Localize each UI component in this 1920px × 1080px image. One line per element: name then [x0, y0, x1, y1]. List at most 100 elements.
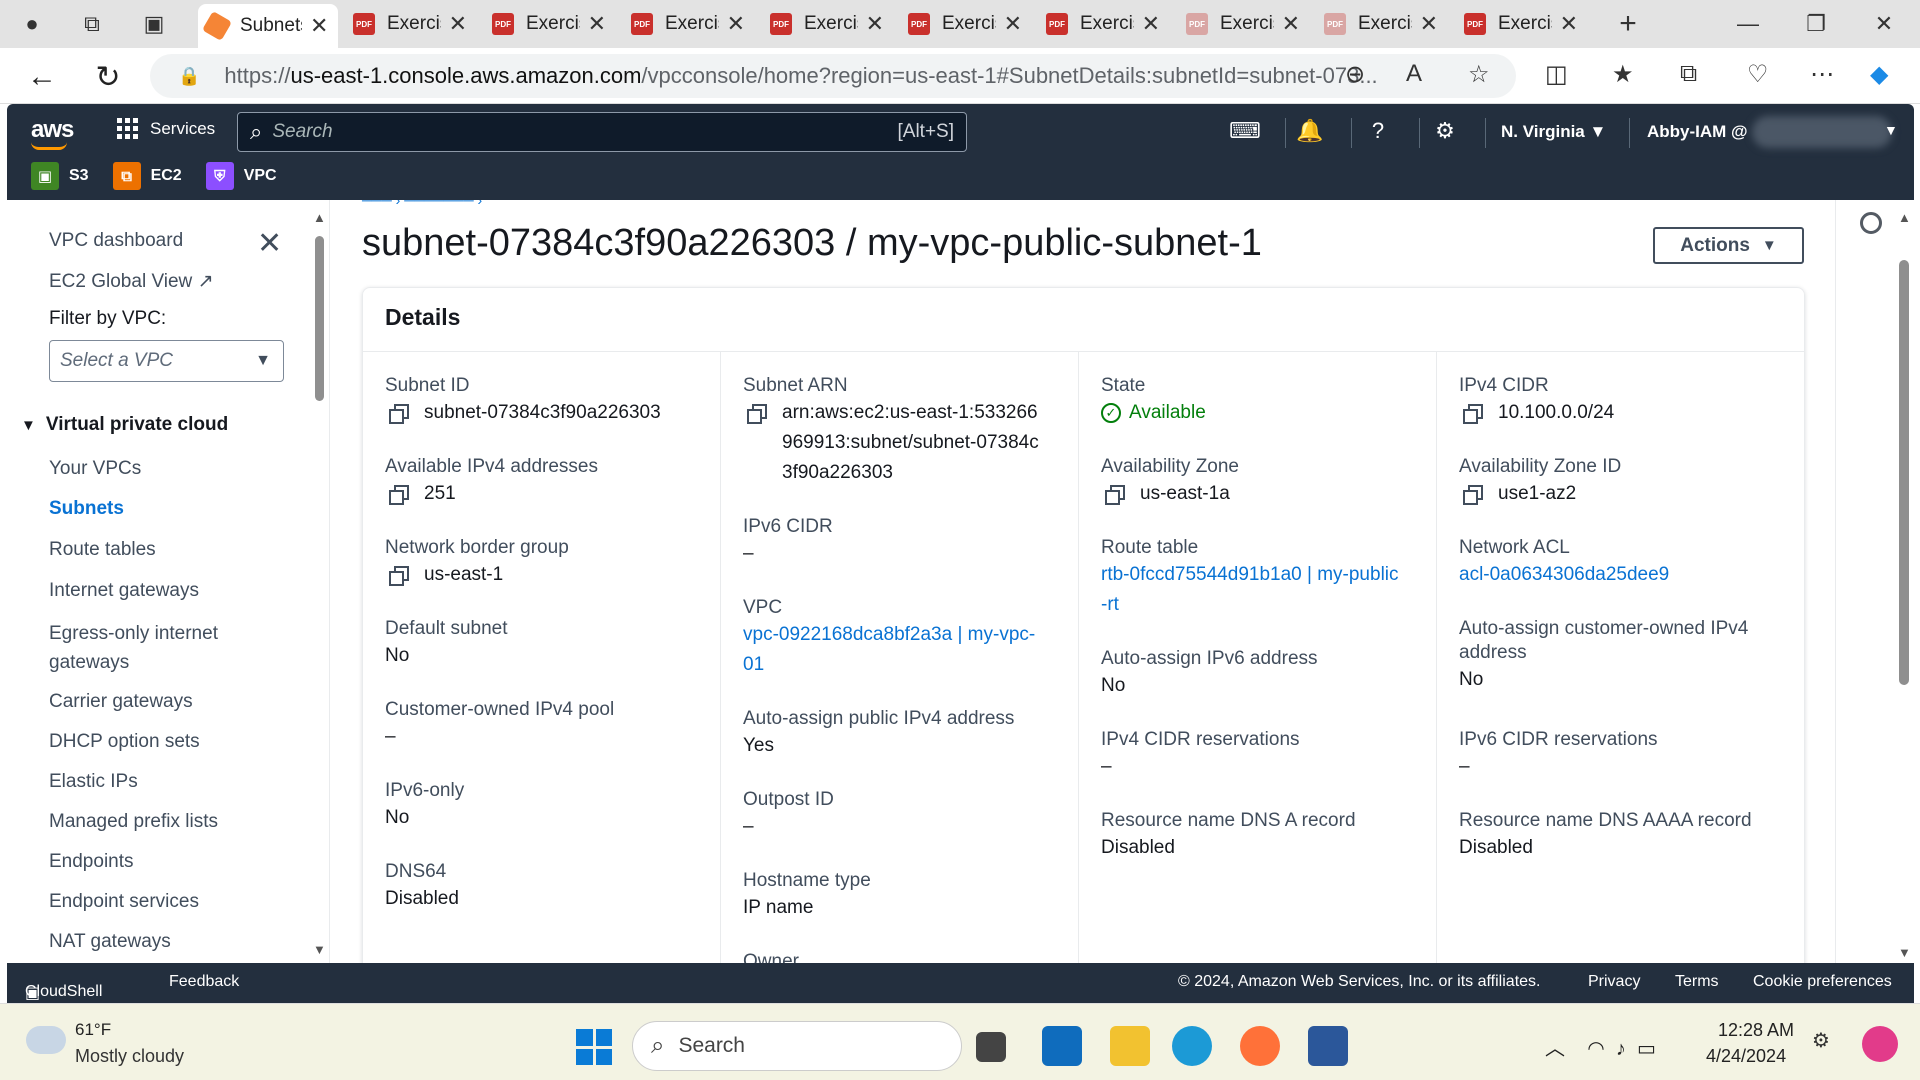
tab-close-icon[interactable]: ✕ — [1282, 11, 1300, 37]
privacy-link[interactable]: Privacy — [1588, 973, 1640, 991]
tab-close-icon[interactable]: ✕ — [1142, 11, 1160, 37]
cookie-preferences-link[interactable]: Cookie preferences — [1753, 973, 1892, 991]
favorite-star-icon[interactable]: ☆ — [1468, 60, 1490, 89]
cloudshell-icon[interactable]: ⌨ — [1229, 118, 1261, 144]
copy-icon[interactable] — [389, 404, 409, 424]
tab-actions-icon[interactable]: ▣ — [138, 8, 170, 40]
feedback-link[interactable]: Feedback — [169, 973, 239, 991]
notification-icon[interactable]: ⚙ — [1812, 1028, 1838, 1054]
browser-essentials-icon[interactable]: ♡ — [1747, 60, 1769, 89]
tab-close-icon[interactable]: ✕ — [727, 11, 745, 37]
sidebar-item-subnets[interactable]: Subnets — [49, 498, 124, 520]
copy-icon[interactable] — [1105, 485, 1125, 505]
browser-tab[interactable]: PDF Exercise ✕ — [1178, 4, 1308, 44]
weather-temperature[interactable]: 61°F — [75, 1020, 111, 1040]
favorite-s3[interactable]: ▣ S3 — [31, 162, 89, 190]
browser-tab[interactable]: PDF Exercise ✕ — [1456, 4, 1586, 44]
main-scrollbar[interactable]: ▲ ▼ — [1898, 210, 1911, 960]
section-virtual-private-cloud[interactable]: ▼ Virtual private cloud — [21, 414, 228, 436]
actions-button[interactable]: Actions ▼ — [1653, 227, 1804, 264]
workspaces-icon[interactable]: ⧉ — [76, 8, 108, 40]
sidebar-item-nat-gateways[interactable]: NAT gateways — [49, 931, 171, 953]
info-panel-icon[interactable] — [1860, 212, 1882, 234]
file-explorer-icon[interactable] — [1110, 1026, 1150, 1066]
sidebar-scrollbar[interactable]: ▲ ▼ — [313, 210, 326, 960]
browser-tab[interactable]: PDF Exercise ✕ — [345, 4, 475, 44]
sidebar-item-managed-prefix-lists[interactable]: Managed prefix lists — [49, 811, 218, 833]
copy-icon[interactable] — [389, 566, 409, 586]
sidebar-ec2-global-view[interactable]: EC2 Global View ↗ — [49, 270, 213, 293]
copy-icon[interactable] — [1463, 485, 1483, 505]
aws-logo[interactable]: aws — [31, 116, 74, 150]
window-close-icon[interactable]: ✕ — [1868, 8, 1900, 40]
clock-time[interactable]: 12:28 AM — [1718, 1020, 1794, 1041]
region-selector[interactable]: N. Virginia ▼ — [1501, 122, 1606, 142]
split-screen-icon[interactable]: ◫ — [1545, 60, 1568, 89]
sidebar-item-carrier-gateways[interactable]: Carrier gateways — [49, 691, 193, 713]
word-icon[interactable] — [1308, 1026, 1348, 1066]
collections-icon[interactable]: ⧉ — [1680, 60, 1697, 88]
copy-icon[interactable] — [747, 404, 767, 424]
sidebar-item-egress-only-internet-gateways[interactable]: Egress-only internet gateways — [49, 619, 249, 677]
task-view-icon[interactable] — [976, 1032, 1006, 1062]
firefox-icon[interactable] — [1240, 1026, 1280, 1066]
detail-value[interactable]: acl-0a0634306da25dee9 — [1459, 560, 1759, 590]
edge-icon[interactable] — [1172, 1026, 1212, 1066]
sidebar-item-endpoint-services[interactable]: Endpoint services — [49, 891, 199, 913]
browser-tab[interactable]: PDF Exercise ✕ — [900, 4, 1030, 44]
favorite-ec2[interactable]: ⧉ EC2 — [112, 162, 182, 190]
aws-search-input[interactable]: ⌕ Search [Alt+S] — [237, 112, 967, 152]
tab-close-icon[interactable]: ✕ — [449, 11, 467, 37]
account-menu[interactable]: Abby-IAM @ — [1647, 122, 1748, 142]
url-input[interactable]: 🔒 https://us-east-1.console.aws.amazon.c… — [150, 54, 1516, 98]
help-icon[interactable]: ? — [1363, 118, 1393, 144]
favorite-vpc[interactable]: ⛨ VPC — [205, 162, 277, 190]
browser-tab[interactable]: PDF Exercise ✕ — [484, 4, 614, 44]
maximize-icon[interactable]: ❐ — [1800, 8, 1832, 40]
vpc-filter-select[interactable]: Select a VPC ▼ — [49, 340, 284, 382]
sidebar-item-route-tables[interactable]: Route tables — [49, 539, 156, 561]
copilot-icon[interactable] — [1862, 1026, 1898, 1062]
browser-tab[interactable]: PDF Exercise ✕ — [623, 4, 753, 44]
browser-tab[interactable]: PDF Exercise ✕ — [1316, 4, 1446, 44]
sidebar-item-dhcp-option-sets[interactable]: DHCP option sets — [49, 731, 200, 753]
chevron-up-icon[interactable]: ︿ — [1545, 1038, 1565, 1060]
scroll-up-icon[interactable]: ▲ — [313, 210, 326, 225]
minimize-icon[interactable]: — — [1732, 8, 1764, 40]
browser-tab[interactable]: Subnets ✕ — [198, 4, 338, 48]
copilot-icon[interactable]: ◆ — [1870, 60, 1888, 89]
close-icon[interactable]: ✕ — [257, 226, 282, 261]
scroll-down-icon[interactable]: ▼ — [1898, 945, 1911, 960]
breadcrumb[interactable]: ─── › ─────── › — [362, 200, 482, 208]
sidebar-scroll-thumb[interactable] — [315, 236, 324, 401]
weather-description[interactable]: Mostly cloudy — [75, 1046, 184, 1067]
outlook-icon[interactable] — [1042, 1026, 1082, 1066]
volume-icon[interactable]: ♪ — [1616, 1038, 1626, 1060]
chevron-down-icon[interactable]: ▼ — [1884, 122, 1898, 138]
battery-icon[interactable]: ▭ — [1637, 1038, 1656, 1060]
terms-link[interactable]: Terms — [1675, 973, 1719, 991]
back-icon[interactable]: ← — [22, 60, 62, 94]
system-tray[interactable]: ︿ ◠ ♪ ▭ — [1545, 1032, 1656, 1061]
main-scroll-thumb[interactable] — [1899, 260, 1909, 685]
copy-icon[interactable] — [1463, 404, 1483, 424]
tab-close-icon[interactable]: ✕ — [588, 11, 606, 37]
wifi-icon[interactable]: ◠ — [1587, 1038, 1604, 1060]
cloud-icon[interactable] — [26, 1026, 66, 1054]
more-icon[interactable]: ⋯ — [1810, 60, 1834, 89]
sidebar-vpc-dashboard[interactable]: VPC dashboard — [49, 230, 183, 252]
scroll-down-icon[interactable]: ▼ — [313, 942, 326, 957]
profile-icon[interactable]: ● — [16, 8, 48, 40]
copy-icon[interactable] — [389, 485, 409, 505]
favorites-icon[interactable]: ★ — [1612, 60, 1634, 89]
taskbar-search-input[interactable]: ⌕ Search — [632, 1021, 962, 1071]
sidebar-item-internet-gateways[interactable]: Internet gateways — [49, 580, 199, 602]
settings-gear-icon[interactable]: ⚙ — [1430, 118, 1460, 144]
notifications-icon[interactable]: 🔔 — [1295, 118, 1325, 144]
sidebar-item-elastic-ips[interactable]: Elastic IPs — [49, 771, 138, 793]
tab-close-icon[interactable]: ✕ — [866, 11, 884, 37]
scroll-up-icon[interactable]: ▲ — [1898, 210, 1911, 225]
detail-value[interactable]: vpc-0922168dca8bf2a3a | my-vpc-01 — [743, 620, 1043, 680]
tab-close-icon[interactable]: ✕ — [1004, 11, 1022, 37]
tab-close-icon[interactable]: ✕ — [310, 13, 328, 39]
